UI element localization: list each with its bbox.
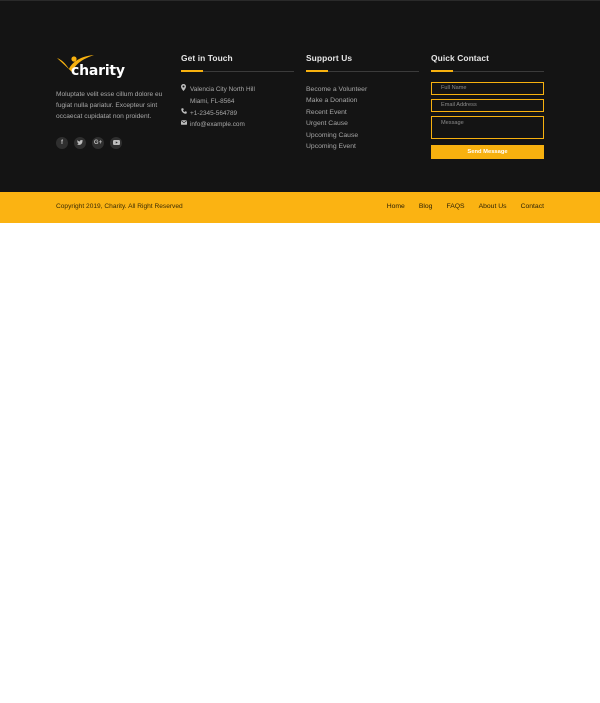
get-in-touch-heading: Get in Touch bbox=[181, 53, 233, 63]
copyright-text: Copyright 2019, Charity. All Right Reser… bbox=[56, 203, 183, 210]
logo-text: charity bbox=[71, 63, 125, 79]
map-pin-icon bbox=[181, 84, 190, 96]
link-become-volunteer[interactable]: Become a Volunteer bbox=[306, 84, 419, 95]
email-input[interactable]: Email Address bbox=[431, 99, 544, 112]
support-us-heading: Support Us bbox=[306, 53, 353, 63]
footer-quick-contact-column: Quick Contact Full Name Email Address Me… bbox=[431, 53, 544, 159]
send-message-button[interactable]: Send Message bbox=[431, 145, 544, 159]
link-urgent-cause[interactable]: Urgent Cause bbox=[306, 118, 419, 129]
footer-bottom-bar: Copyright 2019, Charity. All Right Reser… bbox=[0, 192, 600, 223]
link-make-donation[interactable]: Make a Donation bbox=[306, 95, 419, 106]
google-plus-icon[interactable]: G+ bbox=[92, 136, 104, 149]
heading-underline bbox=[306, 70, 419, 72]
message-textarea[interactable]: Message bbox=[431, 116, 544, 139]
nav-about-us[interactable]: About Us bbox=[479, 203, 507, 210]
quick-contact-form: Full Name Email Address Message Send Mes… bbox=[431, 82, 544, 159]
full-name-input[interactable]: Full Name bbox=[431, 82, 544, 95]
site-footer: charity Moluptate velit esse cillum dolo… bbox=[0, 0, 600, 192]
phone-number[interactable]: +1-2345-564789 bbox=[190, 108, 237, 119]
footer-nav: Home Blog FAQS About Us Contact bbox=[387, 203, 544, 210]
social-links: f G+ bbox=[56, 136, 166, 149]
link-upcoming-cause[interactable]: Upcoming Cause bbox=[306, 130, 419, 141]
nav-blog[interactable]: Blog bbox=[419, 203, 433, 210]
address-line-2: Miami, FL-8564 bbox=[190, 98, 235, 106]
footer-contact-column: Get in Touch Valencia City North Hill Mi… bbox=[181, 53, 294, 130]
nav-home[interactable]: Home bbox=[387, 203, 405, 210]
phone-row: +1-2345-564789 bbox=[181, 107, 294, 119]
nav-contact[interactable]: Contact bbox=[521, 203, 544, 210]
nav-faqs[interactable]: FAQS bbox=[446, 203, 464, 210]
about-text: Moluptate velit esse cillum dolore eu fu… bbox=[56, 91, 163, 121]
contact-info: Valencia City North Hill Miami, FL-8564 … bbox=[181, 84, 294, 130]
charity-logo[interactable]: charity bbox=[56, 53, 166, 81]
facebook-icon[interactable]: f bbox=[56, 136, 68, 149]
email-row: info@example.com bbox=[181, 119, 294, 130]
footer-support-column: Support Us Become a Volunteer Make a Don… bbox=[306, 53, 419, 152]
email-address[interactable]: info@example.com bbox=[190, 119, 245, 130]
heading-underline bbox=[431, 70, 544, 72]
quick-contact-heading: Quick Contact bbox=[431, 53, 490, 63]
phone-icon bbox=[181, 107, 190, 119]
footer-about-column: charity Moluptate velit esse cillum dolo… bbox=[56, 53, 166, 149]
address-line-1: Valencia City North Hill bbox=[190, 86, 255, 93]
support-links: Become a Volunteer Make a Donation Recen… bbox=[306, 84, 419, 152]
youtube-icon[interactable] bbox=[110, 136, 122, 149]
envelope-icon bbox=[181, 119, 190, 130]
heading-underline bbox=[181, 70, 294, 72]
address-row-2: Miami, FL-8564 bbox=[181, 96, 294, 107]
twitter-icon[interactable] bbox=[74, 136, 86, 149]
link-recent-event[interactable]: Recent Event bbox=[306, 107, 419, 118]
link-upcoming-event[interactable]: Upcoming Event bbox=[306, 141, 419, 152]
address-row: Valencia City North Hill bbox=[181, 84, 294, 96]
